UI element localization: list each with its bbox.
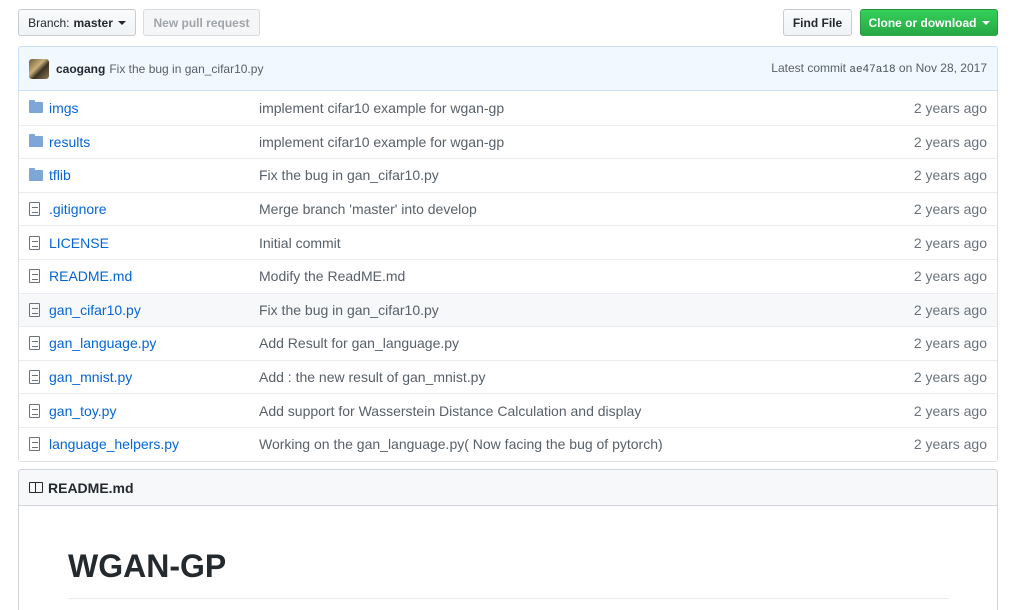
file-icon	[29, 202, 40, 217]
commit-age: 2 years ago	[913, 133, 987, 150]
table-row[interactable]: gan_cifar10.py Fix the bug in gan_cifar10…	[19, 292, 997, 327]
commit-age: 2 years ago	[913, 234, 987, 251]
commit-age: 2 years ago	[913, 201, 987, 218]
find-file-button[interactable]: Find File	[783, 9, 852, 36]
latest-commit-label: Latest commit	[771, 61, 846, 75]
latest-commit-bar: caogang Fix the bug in gan_cifar10.py La…	[18, 46, 998, 91]
commit-message-link[interactable]: Working on the gan_language.py( Now faci…	[259, 436, 887, 452]
folder-icon	[29, 167, 43, 181]
caret-down-icon	[117, 20, 126, 25]
file-icon	[29, 302, 40, 317]
commit-date: Nov 28, 2017	[915, 61, 987, 75]
commit-age: 2 years ago	[913, 268, 987, 285]
table-row[interactable]: imgs implement cifar10 example for wgan-g…	[19, 91, 997, 125]
readme-body: WGAN-GP	[18, 506, 998, 610]
file-navigation: Branch: master New pull request Find Fil…	[18, 9, 998, 36]
branch-select-button[interactable]: Branch: master	[18, 9, 136, 36]
file-list: imgs implement cifar10 example for wgan-g…	[18, 91, 998, 462]
table-row[interactable]: tflib Fix the bug in gan_cifar10.py 2 year…	[19, 158, 997, 192]
file-icon	[29, 336, 40, 351]
commit-message-link[interactable]: Fix the bug in gan_cifar10.py	[259, 302, 887, 318]
icon-cell	[19, 370, 49, 385]
folder-icon	[29, 134, 43, 148]
readme-header: README.md	[18, 469, 998, 506]
commit-message-link[interactable]: implement cifar10 example for wgan-gp	[259, 134, 887, 150]
on-label: on	[898, 61, 913, 75]
commit-message-link[interactable]: Initial commit	[259, 235, 887, 251]
commit-age: 2 years ago	[913, 402, 987, 419]
table-row[interactable]: gan_mnist.py Add : the new result of gan_…	[19, 359, 997, 394]
commit-age: 2 years ago	[913, 99, 987, 116]
commit-message-link[interactable]: Add : the new result of gan_mnist.py	[259, 369, 887, 385]
commit-message-link[interactable]: Fix the bug in gan_cifar10.py	[259, 167, 887, 183]
file-icon	[29, 269, 40, 284]
icon-cell	[19, 269, 49, 284]
file-name-link[interactable]: gan_language.py	[49, 335, 259, 351]
commit-age: 2 years ago	[913, 369, 987, 386]
commit-age: 2 years ago	[913, 301, 987, 318]
file-icon	[29, 437, 40, 452]
caret-down-icon	[981, 20, 990, 25]
icon-cell	[19, 302, 49, 317]
commit-message-link[interactable]: implement cifar10 example for wgan-gp	[259, 100, 887, 116]
new-pull-request-button[interactable]: New pull request	[143, 9, 260, 36]
folder-icon	[29, 100, 43, 114]
table-row[interactable]: gan_toy.py Add support for Wasserstein Di…	[19, 393, 997, 427]
avatar[interactable]	[29, 58, 49, 79]
commit-author[interactable]: caogang	[56, 62, 105, 76]
icon-cell	[19, 134, 49, 148]
file-icon	[29, 235, 40, 250]
file-name-link[interactable]: results	[49, 134, 259, 150]
icon-cell	[19, 336, 49, 351]
icon-cell	[19, 235, 49, 250]
table-row[interactable]: language_helpers.py Working on the gan_la…	[19, 426, 997, 461]
table-row[interactable]: LICENSE Initial commit 2 years ago	[19, 225, 997, 259]
commit-message-link[interactable]: Add Result for gan_language.py	[259, 335, 887, 351]
table-row[interactable]: results implement cifar10 example for wga…	[19, 124, 997, 159]
file-name-link[interactable]: gan_mnist.py	[49, 369, 259, 385]
readme-title: WGAN-GP	[68, 546, 949, 599]
file-name-link[interactable]: tflib	[49, 167, 259, 183]
file-name-link[interactable]: LICENSE	[49, 235, 259, 251]
file-name-link[interactable]: gan_cifar10.py	[49, 302, 259, 318]
clone-download-button[interactable]: Clone or download	[860, 9, 998, 36]
icon-cell	[19, 167, 49, 181]
table-row[interactable]: README.md Modify the ReadME.md 2 years ago	[19, 258, 997, 293]
commit-message[interactable]: Fix the bug in gan_cifar10.py	[109, 62, 263, 76]
file-name-link[interactable]: README.md	[49, 268, 259, 284]
commit-message-link[interactable]: Merge branch 'master' into develop	[259, 201, 887, 217]
commit-age: 2 years ago	[913, 335, 987, 352]
icon-cell	[19, 437, 49, 452]
file-name-link[interactable]: gan_toy.py	[49, 403, 259, 419]
table-row[interactable]: gan_language.py Add Result for gan_langua…	[19, 326, 997, 360]
file-icon	[29, 370, 40, 385]
file-icon	[29, 403, 40, 418]
icon-cell	[19, 403, 49, 418]
book-icon	[29, 482, 43, 493]
commit-message-link[interactable]: Modify the ReadME.md	[259, 268, 887, 284]
clone-download-label: Clone or download	[868, 15, 977, 30]
icon-cell	[19, 202, 49, 217]
commit-sha[interactable]: ae47a18	[849, 64, 895, 76]
readme-filename[interactable]: README.md	[48, 480, 134, 496]
branch-name: master	[73, 15, 113, 30]
commit-meta: Latest commit ae47a18 on Nov 28, 2017	[771, 61, 987, 76]
commit-age: 2 years ago	[913, 167, 987, 184]
file-name-link[interactable]: language_helpers.py	[49, 436, 259, 452]
commit-message-link[interactable]: Add support for Wasserstein Distance Cal…	[259, 403, 887, 419]
file-name-link[interactable]: .gitignore	[49, 201, 259, 217]
branch-prefix: Branch:	[28, 15, 70, 30]
commit-age: 2 years ago	[913, 436, 987, 453]
file-name-link[interactable]: imgs	[49, 100, 259, 116]
table-row[interactable]: .gitignore Merge branch 'master' into dev…	[19, 191, 997, 226]
icon-cell	[19, 100, 49, 114]
